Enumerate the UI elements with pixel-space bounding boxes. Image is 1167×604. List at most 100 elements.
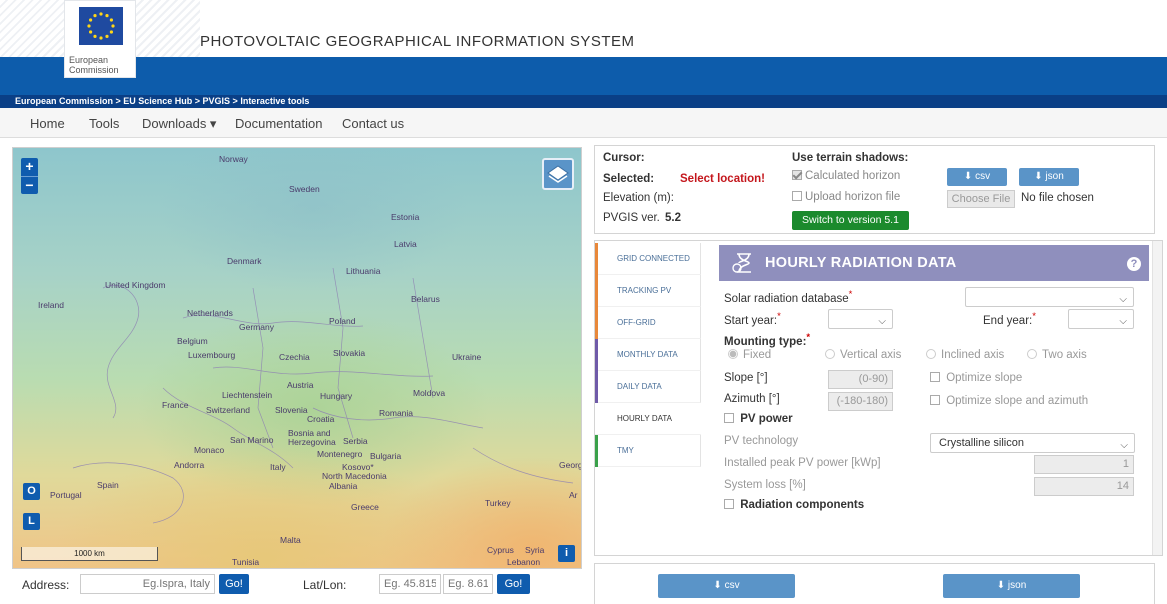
nav-downloads[interactable]: Downloads ▾ xyxy=(142,116,216,132)
tab-label: OFF-GRID xyxy=(617,318,656,327)
system-loss-input[interactable]: 14 xyxy=(1034,477,1134,496)
map-label-norway: Norway xyxy=(219,154,248,164)
address-label: Address: xyxy=(22,578,70,592)
end-year-label-text: End year: xyxy=(983,314,1033,327)
european-commission-logo[interactable]: European Commission xyxy=(64,0,136,78)
chevron-down-icon: ⌵ xyxy=(878,316,886,327)
azimuth-input[interactable]: (-180-180) xyxy=(828,392,893,411)
optimize-slope-azimuth-checkbox[interactable] xyxy=(930,395,940,405)
map-label-austria: Austria xyxy=(287,380,314,390)
map-l-button[interactable]: L xyxy=(23,513,40,530)
map[interactable]: Norway Sweden Estonia Latvia Denmark Lit… xyxy=(12,147,582,569)
download-icon: ⬇ xyxy=(713,580,725,591)
lon-input[interactable] xyxy=(443,574,493,594)
mount-fixed-option[interactable]: Fixed xyxy=(728,349,771,361)
optimize-slope-azimuth-label: Optimize slope and azimuth xyxy=(946,395,1089,407)
mount-two-axis-option[interactable]: Two axis xyxy=(1027,349,1087,361)
pvgis-version-label: PVGIS ver. xyxy=(603,212,660,224)
pv-power-option[interactable]: PV power xyxy=(724,413,793,425)
optimize-slope-option[interactable]: Optimize slope xyxy=(930,372,1022,384)
map-info-button[interactable]: i xyxy=(558,545,575,562)
fixed-radio[interactable] xyxy=(728,349,738,359)
tab-tracking-pv[interactable]: TRACKING PV xyxy=(595,275,701,307)
nav-contact[interactable]: Contact us xyxy=(342,116,404,131)
site-header: PHOTOVOLTAIC GEOGRAPHICAL INFORMATION SY… xyxy=(0,0,1167,57)
two-axis-radio[interactable] xyxy=(1027,349,1037,359)
map-label-spain: Spain xyxy=(97,480,119,490)
fixed-label: Fixed xyxy=(743,349,772,361)
header-band xyxy=(0,57,1167,95)
map-label-north-macedonia: North Macedonia xyxy=(322,471,387,481)
map-label-armenia: Ar xyxy=(569,490,578,500)
map-label-bulgaria: Bulgaria xyxy=(370,451,402,461)
map-label-croatia: Croatia xyxy=(307,414,335,424)
system-loss-label: System loss [%] xyxy=(724,479,806,491)
map-label-slovakia: Slovakia xyxy=(333,348,366,358)
start-year-select[interactable]: ⌵ xyxy=(828,309,893,329)
inclined-radio[interactable] xyxy=(926,349,936,359)
inclined-label: Inclined axis xyxy=(941,349,1005,361)
map-label-uk: United Kingdom xyxy=(105,280,166,290)
calculated-horizon-checkbox[interactable] xyxy=(792,170,802,180)
mount-inclined-option[interactable]: Inclined axis xyxy=(926,349,1004,361)
calculated-horizon-option[interactable]: Calculated horizon xyxy=(792,170,900,182)
elevation-label: Elevation (m): xyxy=(603,192,674,204)
panel-scrollbar[interactable] xyxy=(1152,241,1162,555)
map-label-tunisia: Tunisia xyxy=(232,557,260,567)
help-icon[interactable]: ? xyxy=(1127,257,1141,271)
info-json-label: json xyxy=(1045,171,1064,182)
tab-monthly-data[interactable]: MONTHLY DATA xyxy=(595,339,701,371)
vertical-radio[interactable] xyxy=(825,349,835,359)
address-row: Address: Go! Lat/Lon: Go! xyxy=(12,574,582,598)
breadcrumb[interactable]: European Commission > EU Science Hub > P… xyxy=(0,95,1167,108)
no-file-text: No file chosen xyxy=(1021,192,1094,204)
map-label-slovenia: Slovenia xyxy=(275,405,308,415)
zoom-out-button[interactable]: − xyxy=(21,176,38,194)
radiation-components-label: Radiation components xyxy=(740,499,865,511)
pvgis-version-value: 5.2 xyxy=(665,212,681,224)
pv-technology-label: PV technology xyxy=(724,435,799,447)
map-label-italy: Italy xyxy=(270,462,286,472)
radiation-components-option[interactable]: Radiation components xyxy=(724,499,864,511)
latlon-go-button[interactable]: Go! xyxy=(497,574,530,594)
address-go-button[interactable]: Go! xyxy=(219,574,249,594)
download-json-button[interactable]: ⬇ json xyxy=(943,574,1080,598)
pv-technology-select[interactable]: Crystalline silicon ⌵ xyxy=(930,433,1135,453)
nav-documentation[interactable]: Documentation xyxy=(235,116,322,131)
peak-power-input[interactable]: 1 xyxy=(1034,455,1134,474)
pv-power-checkbox[interactable] xyxy=(724,413,734,423)
address-input[interactable] xyxy=(80,574,215,594)
location-info-panel: Cursor: Selected: Select location! Eleva… xyxy=(594,145,1155,234)
choose-file-button[interactable]: Choose File xyxy=(947,190,1015,208)
slope-input[interactable]: (0-90) xyxy=(828,370,893,389)
upload-horizon-checkbox[interactable] xyxy=(792,191,802,201)
solar-db-select[interactable]: ⌵ xyxy=(965,287,1134,307)
tab-grid-connected[interactable]: GRID CONNECTED xyxy=(595,243,701,275)
optimize-slope-checkbox[interactable] xyxy=(930,372,940,382)
tab-off-grid[interactable]: OFF-GRID xyxy=(595,307,701,339)
map-label-belgium: Belgium xyxy=(177,336,208,346)
info-json-button[interactable]: ⬇ json xyxy=(1019,168,1079,186)
end-year-select[interactable]: ⌵ xyxy=(1068,309,1134,329)
radiation-components-checkbox[interactable] xyxy=(724,499,734,509)
map-label-greece: Greece xyxy=(351,502,379,512)
switch-version-button[interactable]: Switch to version 5.1 xyxy=(792,211,909,230)
download-csv-button[interactable]: ⬇ csv xyxy=(658,574,795,598)
nav-home[interactable]: Home xyxy=(30,116,65,131)
tab-label: DAILY DATA xyxy=(617,382,662,391)
optimize-slope-azimuth-option[interactable]: Optimize slope and azimuth xyxy=(930,395,1088,407)
zoom-in-button[interactable]: + xyxy=(21,158,38,176)
layers-button[interactable] xyxy=(542,158,574,190)
tab-tmy[interactable]: TMY xyxy=(595,435,701,467)
nav-tools[interactable]: Tools xyxy=(89,116,119,131)
map-label-estonia: Estonia xyxy=(391,212,420,222)
map-o-button[interactable]: O xyxy=(23,483,40,500)
mount-vertical-option[interactable]: Vertical axis xyxy=(825,349,901,361)
tab-label: TRACKING PV xyxy=(617,286,672,295)
info-csv-button[interactable]: ⬇ csv xyxy=(947,168,1007,186)
tab-daily-data[interactable]: DAILY DATA xyxy=(595,371,701,403)
lat-input[interactable] xyxy=(379,574,441,594)
map-label-syria: Syria xyxy=(525,545,545,555)
tab-hourly-data[interactable]: HOURLY DATA xyxy=(595,403,701,435)
upload-horizon-option[interactable]: Upload horizon file xyxy=(792,191,900,203)
